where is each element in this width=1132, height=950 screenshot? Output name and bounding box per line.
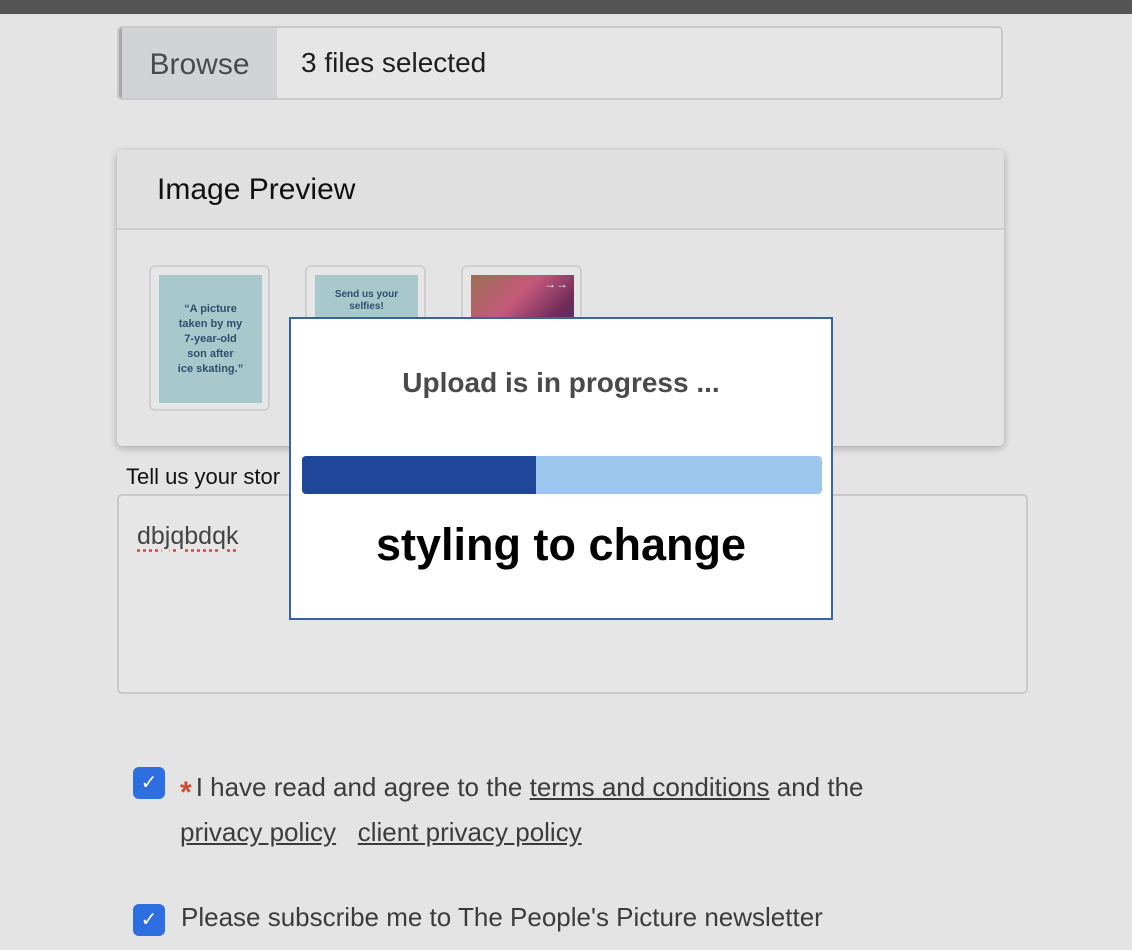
files-selected-text: 3 files selected [301, 47, 487, 78]
newsletter-label: Please subscribe me to The People's Pict… [181, 902, 823, 932]
thumbnail-text: Send us your selfies! [334, 289, 399, 312]
client-privacy-policy-link[interactable]: client privacy policy [358, 817, 582, 847]
story-text: dbjqbdqk [137, 522, 239, 550]
top-bar [0, 0, 1132, 14]
terms-consent-text: * I have read and agree to the terms and … [180, 772, 864, 847]
upload-progress-modal: Upload is in progress ... styling to cha… [289, 317, 833, 620]
checkmark-icon: ✓ [140, 909, 158, 931]
progress-fill [302, 456, 536, 494]
thumbnail-image: “A picture taken by my 7-year-old son af… [159, 275, 262, 403]
checkmark-icon: ✓ [140, 772, 158, 794]
thumbnail-1[interactable]: “A picture taken by my 7-year-old son af… [149, 265, 270, 411]
privacy-policy-link[interactable]: privacy policy [180, 817, 336, 847]
styling-note: styling to change [375, 519, 747, 570]
story-label: Tell us your stor [126, 464, 281, 489]
image-preview-title: Image Preview [117, 150, 1004, 230]
arrow-icon: →→ [544, 277, 568, 291]
required-asterisk: * [180, 776, 192, 809]
upload-progress-bar [302, 456, 822, 494]
thumbnail-text: “A picture taken by my 7-year-old son af… [177, 302, 244, 375]
file-input[interactable]: Browse 3 files selected [117, 26, 1003, 100]
terms-link[interactable]: terms and conditions [530, 772, 770, 802]
upload-title: Upload is in progress ... [402, 367, 720, 398]
terms-checkbox[interactable]: ✓ [133, 767, 165, 799]
browse-button[interactable]: Browse [119, 28, 277, 98]
newsletter-checkbox[interactable]: ✓ [133, 904, 165, 936]
